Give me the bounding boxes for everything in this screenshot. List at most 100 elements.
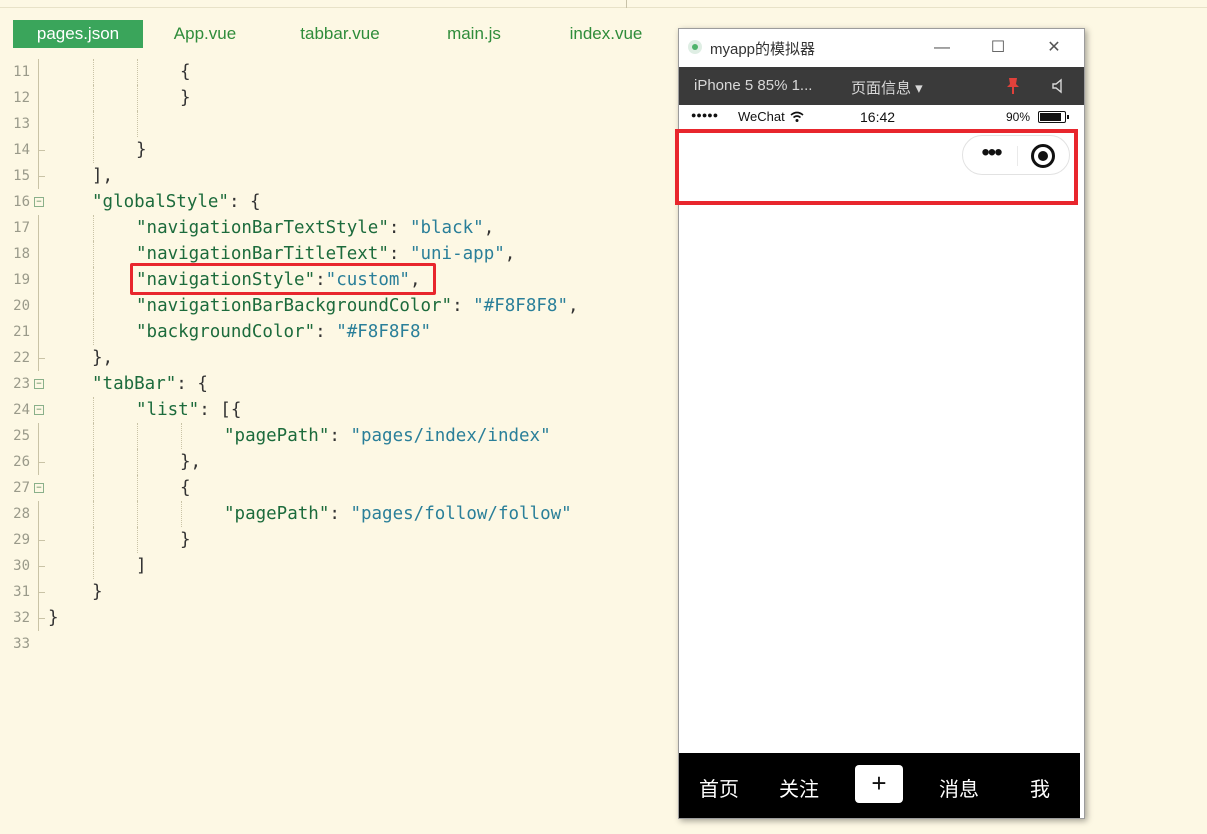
indent-guide <box>137 501 138 527</box>
pin-icon[interactable] <box>1005 77 1021 95</box>
fold-toggle[interactable]: − <box>34 483 44 493</box>
tabbar-plus-button[interactable]: + <box>855 765 903 803</box>
fold-guide <box>38 111 44 137</box>
code-text: } <box>136 140 147 160</box>
fold-toggle[interactable]: − <box>34 197 44 207</box>
json-key: "tabBar" <box>92 374 177 394</box>
code-line: 25 "pagePath": "pages/index/index" <box>0 423 676 449</box>
json-key: "pagePath" <box>224 504 330 524</box>
indent-guide <box>137 59 138 85</box>
code-text: }, <box>92 348 114 368</box>
line-number: 12 <box>13 90 30 106</box>
indent-guide <box>137 423 138 449</box>
line-number: 25 <box>13 428 30 444</box>
minimize-icon[interactable]: — <box>919 35 965 61</box>
code-line: 33 <box>0 631 676 657</box>
fold-toggle[interactable]: − <box>34 379 44 389</box>
json-punct: , <box>483 218 495 238</box>
code-line: 32 } <box>0 605 676 631</box>
line-number: 23 <box>13 376 30 392</box>
tabbar-item-home[interactable]: 首页 <box>699 773 739 802</box>
code-text: ] <box>136 556 147 576</box>
indent-guide <box>93 241 94 267</box>
line-number: 29 <box>13 532 30 548</box>
tab-app-vue[interactable]: App.vue <box>160 20 250 48</box>
simulator-toolbar: iPhone 5 85% 1... 页面信息 ▾ <box>679 67 1084 105</box>
code-text: "list": [{ <box>136 397 241 423</box>
code-line: 12 } <box>0 85 676 111</box>
battery-icon <box>1038 111 1069 123</box>
fold-guide <box>38 501 44 527</box>
indent-guide <box>181 423 182 449</box>
code-text: } <box>92 582 103 602</box>
line-number: 21 <box>13 324 30 340</box>
code-text: } <box>180 88 191 108</box>
indent-guide <box>93 215 94 241</box>
tabbar-item-follow[interactable]: 关注 <box>779 773 819 802</box>
code-line: 29 } <box>0 527 676 553</box>
code-text: "globalStyle": { <box>92 189 261 215</box>
simulator-titlebar[interactable]: myapp的模拟器 — ☐ ✕ <box>679 29 1084 67</box>
indent-guide <box>93 475 94 501</box>
json-key: "backgroundColor" <box>136 322 316 342</box>
tab-main-js[interactable]: main.js <box>436 20 512 48</box>
maximize-icon[interactable]: ☐ <box>975 35 1021 61</box>
battery-percent: 90% <box>1006 110 1031 124</box>
indent-guide <box>93 423 94 449</box>
tab-index-vue[interactable]: index.vue <box>558 20 654 48</box>
tabbar-item-messages[interactable]: 消息 <box>939 773 979 802</box>
phone-screen[interactable]: ●●●●● WeChat 16:42 90% ••• 首页 关注 + 消息 我 <box>675 105 1080 818</box>
tab-pages-json[interactable]: pages.json <box>13 20 143 48</box>
json-punct: : <box>329 504 351 524</box>
close-icon[interactable]: ✕ <box>1031 35 1077 61</box>
signal-icon: ●●●●● <box>691 110 719 120</box>
indent-guide <box>93 267 94 293</box>
json-key: "navigationBarBackgroundColor" <box>136 296 453 316</box>
fold-toggle[interactable]: − <box>34 405 44 415</box>
indent-guide <box>137 475 138 501</box>
json-key: "pagePath" <box>224 426 330 446</box>
code-text: ], <box>92 166 114 186</box>
json-key: "navigationBarTextStyle" <box>136 218 389 238</box>
fold-guide <box>38 267 44 293</box>
json-punct: , <box>567 296 579 316</box>
json-value: "pages/index/index" <box>350 426 551 446</box>
indent-guide <box>93 553 94 579</box>
line-number: 16 <box>13 194 30 210</box>
code-line: 26 }, <box>0 449 676 475</box>
code-line: 13 <box>0 111 676 137</box>
custom-tabbar: 首页 关注 + 消息 我 <box>679 753 1080 818</box>
fold-guide <box>38 59 44 85</box>
code-text: }, <box>180 452 202 472</box>
line-number: 32 <box>13 610 30 626</box>
line-number: 27 <box>13 480 30 496</box>
speaker-icon[interactable] <box>1051 78 1067 94</box>
indent-guide <box>93 293 94 319</box>
indent-guide <box>93 85 94 111</box>
line-number: 14 <box>13 142 30 158</box>
line-number: 30 <box>13 558 30 574</box>
phone-status-bar: ●●●●● WeChat 16:42 90% <box>679 105 1080 129</box>
code-line: 20 "navigationBarBackgroundColor": "#F8F… <box>0 293 676 319</box>
simulator-window[interactable]: myapp的模拟器 — ☐ ✕ iPhone 5 85% 1... 页面信息 ▾… <box>675 28 1085 819</box>
code-text: } <box>180 530 191 550</box>
fold-guide <box>38 579 45 605</box>
indent-guide <box>93 397 94 423</box>
device-selector[interactable]: iPhone 5 85% 1... <box>694 77 812 94</box>
line-number: 26 <box>13 454 30 470</box>
json-value: "#F8F8F8" <box>473 296 568 316</box>
fold-guide <box>38 85 44 111</box>
page-info-dropdown[interactable]: 页面信息 ▾ <box>851 77 923 98</box>
tab-tabbar-vue[interactable]: tabbar.vue <box>288 20 392 48</box>
fold-guide <box>38 319 44 345</box>
indent-guide <box>93 449 94 475</box>
code-line: 31 } <box>0 579 676 605</box>
code-line: 17 "navigationBarTextStyle": "black", <box>0 215 676 241</box>
tabbar-item-me[interactable]: 我 <box>1030 773 1050 802</box>
highlight-box-navbar <box>675 129 1078 205</box>
code-line: 15 ], <box>0 163 676 189</box>
code-text: { <box>180 478 191 498</box>
line-number: 17 <box>13 220 30 236</box>
code-text: "tabBar": { <box>92 371 208 397</box>
json-key: "list" <box>136 400 200 420</box>
